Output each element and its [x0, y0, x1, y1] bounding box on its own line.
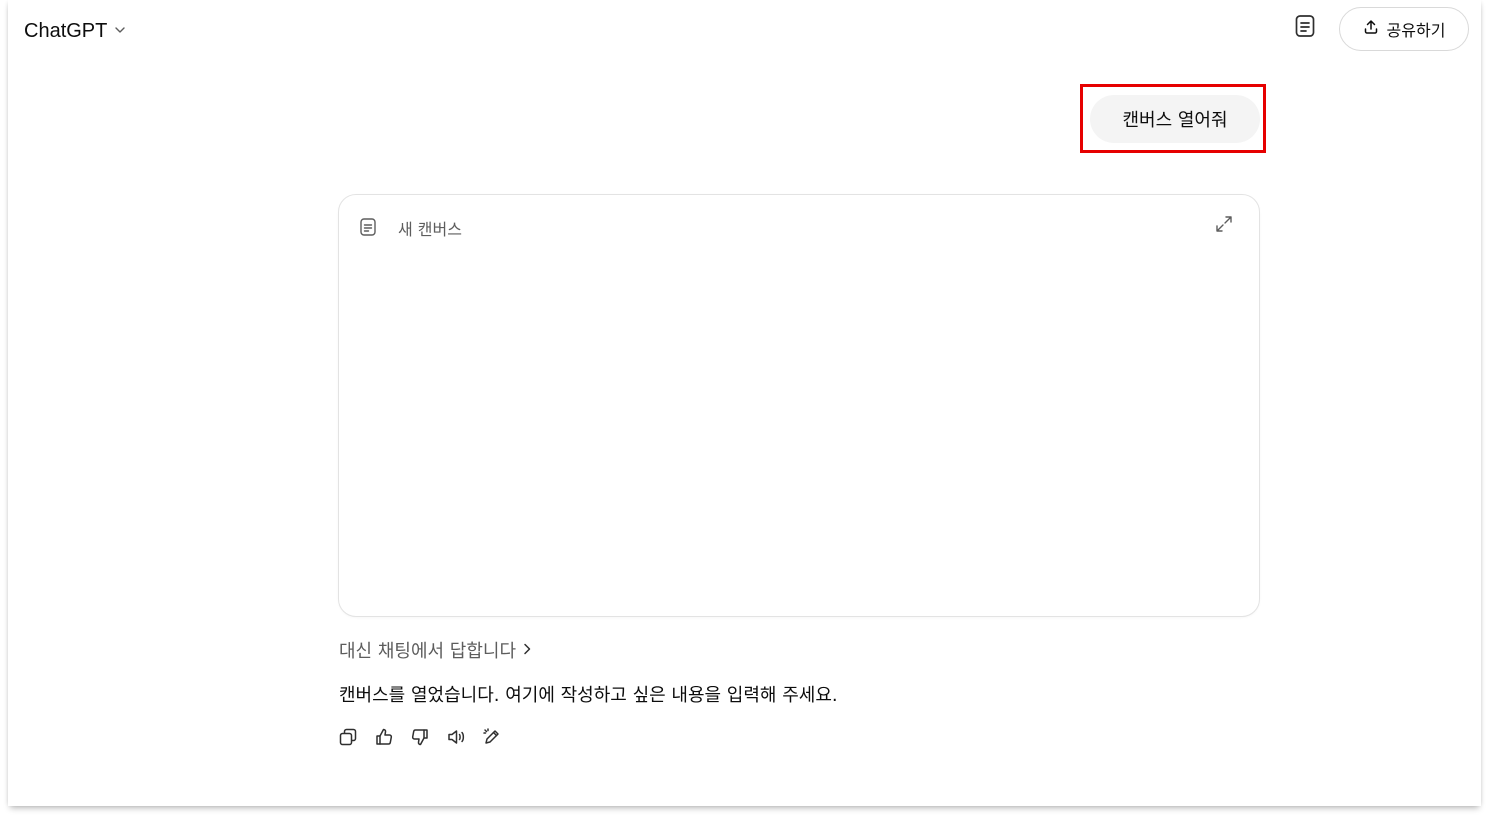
open-canvas-panel-button[interactable] [1292, 14, 1318, 42]
answer-in-chat-label: 대신 채팅에서 답합니다 [339, 641, 517, 662]
thumbs-up-button[interactable] [374, 728, 394, 750]
canvas-card[interactable]: 새 캔버스 [338, 194, 1260, 617]
read-aloud-button[interactable] [446, 728, 466, 750]
document-icon [359, 217, 377, 237]
model-name: ChatGPT [24, 19, 108, 42]
share-button[interactable]: 공유하기 [1339, 7, 1469, 51]
chevron-right-icon [520, 641, 534, 660]
chat-window: ChatGPT 공유하기 캔버스 열어줘 새 캔버스 대신 채팅에서 답합니다 … [8, 0, 1481, 806]
message-action-bar [338, 728, 502, 750]
speaker-icon [446, 727, 466, 751]
copy-icon [338, 727, 358, 751]
assistant-message-text: 캔버스를 열었습니다. 여기에 작성하고 싶은 내용을 입력해 주세요. [339, 685, 838, 706]
edit-canvas-button[interactable] [482, 728, 502, 750]
edit-pencil-icon [482, 727, 502, 751]
chevron-down-icon [113, 22, 127, 41]
canvas-title: 새 캔버스 [398, 220, 462, 239]
copy-button[interactable] [338, 728, 358, 750]
model-selector[interactable]: ChatGPT [24, 18, 127, 44]
user-message-text: 캔버스 열어줘 [1122, 110, 1228, 131]
thumbs-down-icon [410, 727, 430, 751]
expand-icon [1214, 214, 1234, 238]
thumbs-up-icon [374, 727, 394, 751]
user-message-bubble: 캔버스 열어줘 [1090, 95, 1260, 143]
answer-in-chat-link[interactable]: 대신 채팅에서 답합니다 [339, 637, 534, 663]
document-icon [1294, 14, 1316, 42]
upload-icon [1363, 19, 1379, 39]
share-label: 공유하기 [1386, 21, 1446, 40]
thumbs-down-button[interactable] [410, 728, 430, 750]
canvas-expand-button[interactable] [1213, 215, 1235, 237]
